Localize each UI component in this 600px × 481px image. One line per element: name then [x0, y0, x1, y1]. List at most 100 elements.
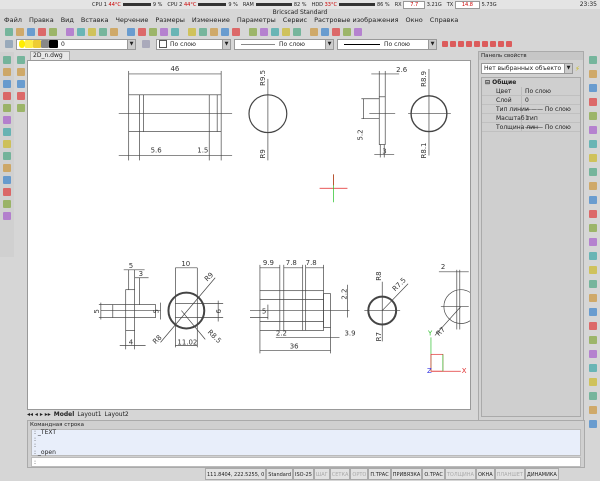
tab-layout1[interactable]: Layout1 [77, 410, 101, 419]
lengthen-icon[interactable] [588, 378, 597, 386]
layer-previous-icon[interactable] [142, 40, 150, 48]
delete-icon[interactable] [282, 28, 290, 36]
snap-parallel-icon[interactable] [482, 41, 488, 47]
snap-endpoint-icon[interactable] [442, 41, 448, 47]
snap-quadrant-icon[interactable] [498, 41, 504, 47]
section-general[interactable]: ⊟ Общие [482, 78, 580, 87]
properties-icon[interactable] [588, 364, 597, 372]
arc-3pt-icon[interactable] [3, 92, 11, 100]
erase-icon[interactable] [588, 238, 597, 246]
point-icon[interactable] [3, 140, 11, 148]
menu-item[interactable]: Окно [406, 16, 423, 25]
rectangle-icon[interactable] [3, 128, 11, 136]
status-toggle[interactable]: ШАГ [313, 468, 330, 480]
chevron-down-icon[interactable]: ▼ [127, 39, 135, 49]
status-toggle[interactable]: ОРТО [350, 468, 369, 480]
status-toggle[interactable]: ТОЛЩИНА [444, 468, 476, 480]
move-icon[interactable] [16, 56, 25, 64]
status-toggle[interactable]: Standard [266, 468, 294, 480]
match-properties-icon[interactable] [271, 28, 279, 36]
menu-item[interactable]: Черчение [115, 16, 148, 25]
command-input[interactable]: : [31, 457, 581, 467]
pan-icon[interactable] [16, 28, 24, 36]
region-icon[interactable] [3, 164, 11, 172]
arc-icon[interactable] [3, 68, 11, 76]
ellipse-icon[interactable] [3, 116, 11, 124]
move-icon[interactable] [588, 56, 597, 64]
menu-item[interactable]: Вид [61, 16, 74, 25]
align-icon[interactable] [588, 294, 597, 302]
status-toggle[interactable]: О.ТРАС [422, 468, 445, 480]
layout-icon[interactable] [149, 28, 157, 36]
lineweight-combo[interactable]: По слою ▼ [337, 38, 437, 50]
zoom-extents-icon[interactable] [77, 28, 85, 36]
offset-icon[interactable] [16, 92, 25, 100]
menu-item[interactable]: Сервис [283, 16, 307, 25]
shield-icon[interactable] [127, 28, 135, 36]
selection-combo[interactable]: Нет выбранных объекто ▼ [481, 63, 573, 74]
stretch-icon[interactable] [588, 84, 597, 92]
help-icon[interactable] [354, 28, 362, 36]
new-file-icon[interactable] [171, 28, 179, 36]
chevron-down-icon[interactable]: ▼ [564, 64, 572, 73]
snap-tangent-icon[interactable] [490, 41, 496, 47]
chevron-down-icon[interactable]: ▼ [222, 39, 230, 49]
document-tab[interactable]: 2D_n.dwg [30, 51, 70, 60]
block-icon[interactable] [3, 176, 11, 184]
save-icon[interactable] [199, 28, 207, 36]
snap-nearest-icon[interactable] [458, 41, 464, 47]
snap-insert-icon[interactable] [506, 41, 512, 47]
scale-icon[interactable] [588, 98, 597, 106]
zoom-in-icon[interactable] [38, 28, 46, 36]
chevron-down-icon[interactable]: ▼ [325, 39, 333, 49]
cut-icon[interactable] [232, 28, 240, 36]
edit-pline-icon[interactable] [588, 308, 597, 316]
status-toggle[interactable]: ISO-25 [293, 468, 314, 480]
line-icon[interactable] [3, 56, 11, 64]
explode-icon[interactable] [588, 224, 597, 232]
offset-icon[interactable] [588, 266, 597, 274]
trim-icon[interactable] [588, 140, 597, 148]
tab-model[interactable]: Model [54, 410, 75, 419]
measure-icon[interactable] [588, 406, 597, 414]
page-icon[interactable] [160, 28, 168, 36]
rotate3d-icon[interactable] [588, 126, 597, 134]
tab-layout2[interactable]: Layout2 [105, 410, 129, 419]
zoom-realtime-icon[interactable] [27, 28, 35, 36]
copy-icon[interactable] [588, 70, 597, 78]
insert-block-icon[interactable] [3, 212, 11, 220]
status-toggle[interactable]: ПРИВЯЗКА [390, 468, 423, 480]
layer-manager-icon[interactable] [5, 40, 13, 48]
drawing-explorer-icon[interactable] [343, 28, 351, 36]
break-icon[interactable] [588, 168, 597, 176]
edit-hatch-icon[interactable] [588, 336, 597, 344]
copy-object-icon[interactable] [16, 68, 25, 76]
render-icon[interactable] [88, 28, 96, 36]
property-value[interactable]: 0 [522, 96, 529, 104]
open-folder-icon[interactable] [188, 28, 196, 36]
paste-icon[interactable] [260, 28, 268, 36]
color-combo[interactable]: По слою ▼ [156, 38, 231, 50]
edit-text-icon[interactable] [588, 350, 597, 358]
explode2-icon[interactable] [588, 420, 597, 428]
rotate-icon[interactable] [588, 112, 597, 120]
menu-item[interactable]: Правка [29, 16, 54, 25]
chart-icon[interactable] [110, 28, 118, 36]
copy-icon[interactable] [249, 28, 257, 36]
zoom-icon[interactable] [332, 28, 340, 36]
layer-combo[interactable]: 0 ▼ [16, 38, 136, 50]
status-toggle[interactable]: ДИНАМИКА [524, 468, 559, 480]
divide-icon[interactable] [588, 392, 597, 400]
menu-item[interactable]: Параметры [237, 16, 276, 25]
window-icon[interactable] [321, 28, 329, 36]
status-toggle[interactable]: П.ТРАС [368, 468, 391, 480]
print-icon[interactable] [221, 28, 229, 36]
menu-item[interactable]: Изменение [192, 16, 230, 25]
property-value[interactable]: ——— По слою [522, 123, 571, 131]
array-icon[interactable] [588, 280, 597, 288]
property-value[interactable]: 1 [522, 114, 529, 122]
extend-icon[interactable] [588, 154, 597, 162]
property-row[interactable]: Слой 0 [482, 96, 580, 105]
chamfer-icon[interactable] [588, 196, 597, 204]
menu-item[interactable]: Вставка [81, 16, 109, 25]
